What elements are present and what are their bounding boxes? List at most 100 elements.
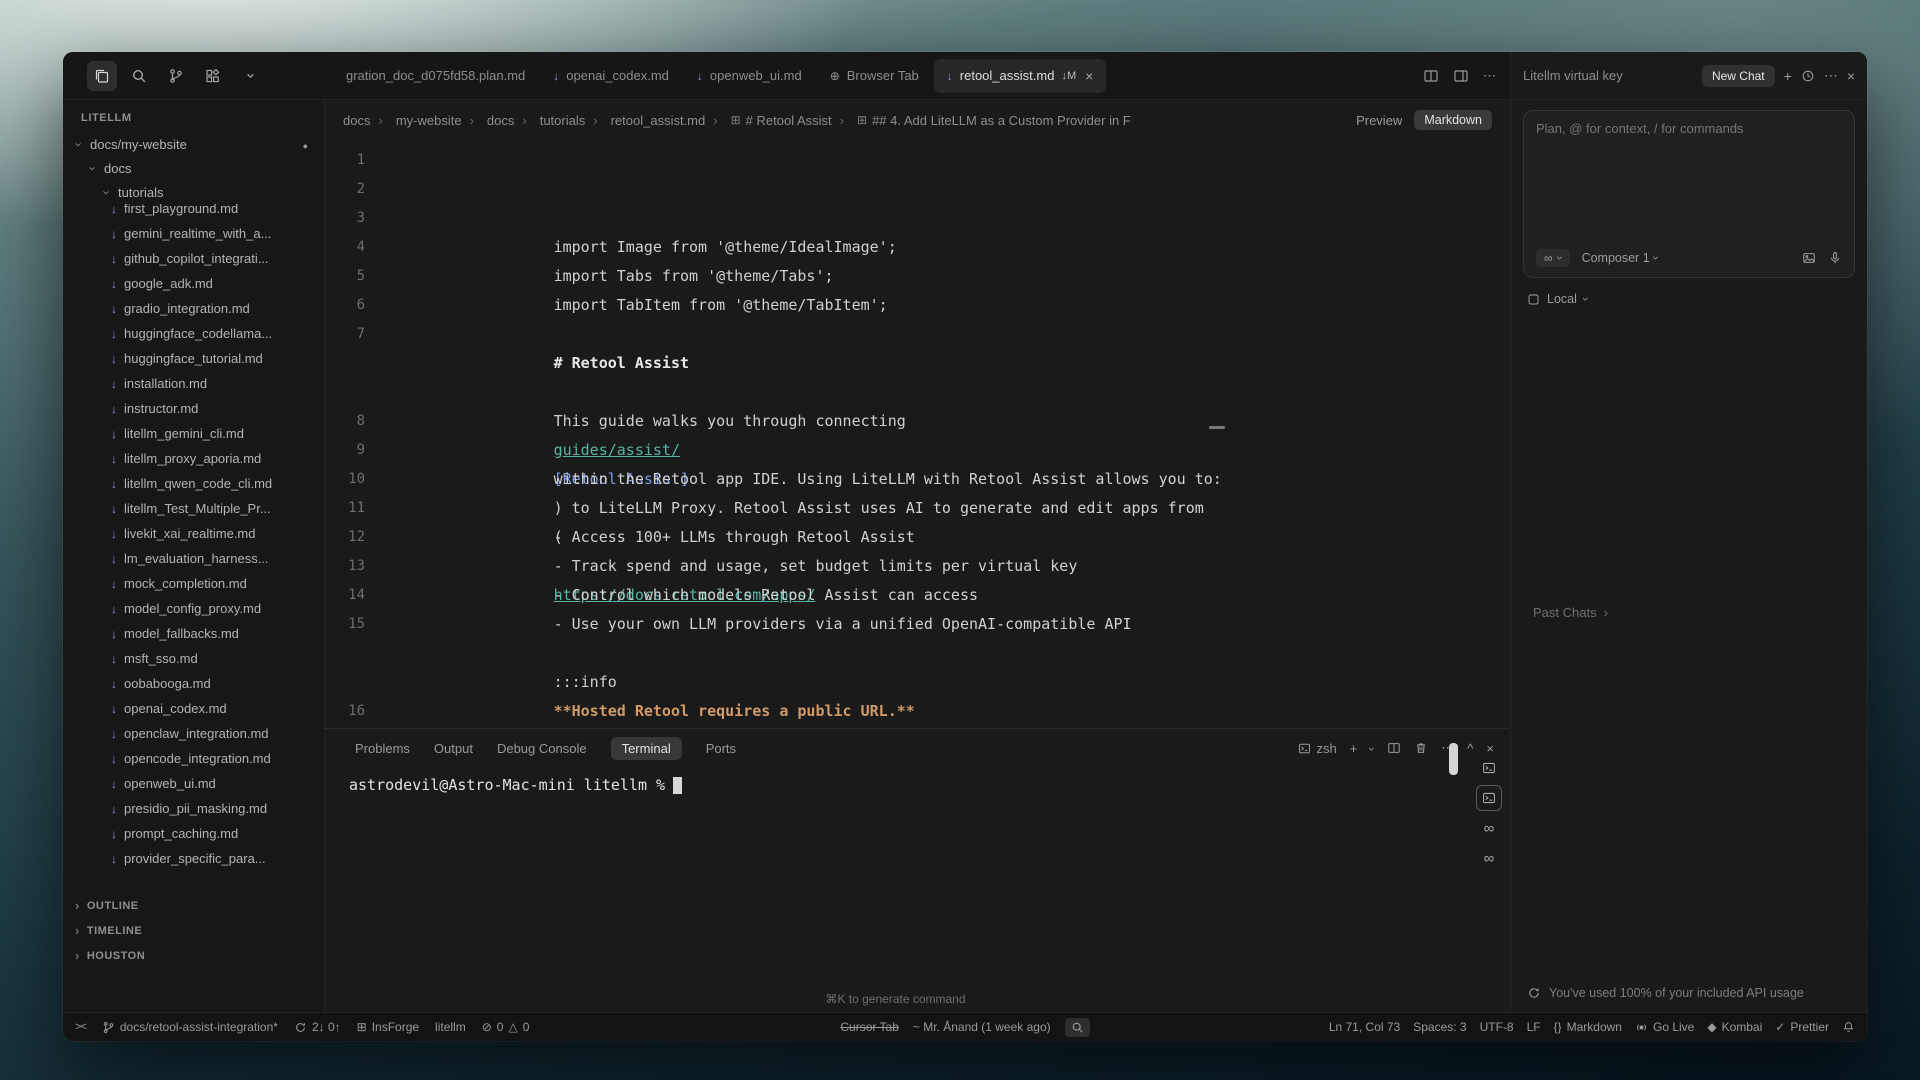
breadcrumb-item[interactable]: docs	[462, 113, 515, 128]
panel-tab[interactable]: Output	[434, 741, 473, 756]
insforge-status[interactable]: ⊞ InsForge	[357, 1020, 419, 1034]
sidebar-section[interactable]: OUTLINE	[63, 893, 324, 918]
tree-folder[interactable]: tutorials	[63, 180, 324, 204]
voice-input-icon[interactable]	[1828, 251, 1842, 265]
editor-tab[interactable]: retool_assist.md ↓M ×	[934, 59, 1107, 93]
panel-tab[interactable]: Problems	[355, 741, 410, 756]
model-selector[interactable]: ∞	[1536, 249, 1570, 267]
attach-image-icon[interactable]	[1802, 251, 1816, 265]
file-item[interactable]: openweb_ui.md	[63, 771, 324, 796]
maximize-panel-icon[interactable]: ^	[1467, 741, 1473, 756]
indentation[interactable]: Spaces: 3	[1413, 1020, 1466, 1034]
editor-tab[interactable]: openai_codex.md	[540, 59, 682, 93]
source-control-button[interactable]	[161, 61, 191, 91]
add-chat-icon[interactable]: +	[1784, 68, 1792, 84]
editor-tab[interactable]: openweb_ui.md	[684, 59, 815, 93]
file-item[interactable]: installation.md	[63, 371, 324, 396]
file-item[interactable]: litellm_Test_Multiple_Pr...	[63, 496, 324, 521]
search-button[interactable]	[124, 61, 154, 91]
terminal-scrollbar[interactable]	[1449, 743, 1458, 775]
breadcrumb-item[interactable]: retool_assist.md	[585, 113, 705, 128]
file-item[interactable]: litellm_proxy_aporia.md	[63, 446, 324, 471]
composer-selector[interactable]: Composer 1	[1582, 251, 1658, 265]
tree-folder[interactable]: docs/my-website	[63, 132, 324, 156]
local-selector[interactable]: Local	[1523, 292, 1855, 306]
chat-input[interactable]	[1536, 121, 1842, 249]
kombai[interactable]: ◆ Kombai	[1707, 1020, 1762, 1034]
file-item[interactable]: openai_codex.md	[63, 696, 324, 721]
tree-folder[interactable]: docs	[63, 156, 324, 180]
history-icon[interactable]	[1801, 69, 1815, 83]
more-actions-icon[interactable]: ⋯	[1483, 68, 1496, 84]
file-item[interactable]: google_adk.md	[63, 271, 324, 296]
file-item[interactable]: openclaw_integration.md	[63, 721, 324, 746]
prettier[interactable]: ✓ Prettier	[1775, 1020, 1829, 1034]
cursor-position[interactable]: Ln 71, Col 73	[1329, 1020, 1400, 1034]
sidebar-section[interactable]: HOUSTON	[63, 943, 324, 968]
close-panel-icon[interactable]: ×	[1847, 68, 1855, 84]
file-item[interactable]: livekit_xai_realtime.md	[63, 521, 324, 546]
preview-button[interactable]: Preview	[1356, 113, 1402, 128]
markdown-mode-button[interactable]: Markdown	[1414, 110, 1492, 130]
file-item[interactable]: prompt_caching.md	[63, 821, 324, 846]
code-editor[interactable]: 1 import Image from '@theme/IdealImage';…	[325, 140, 1510, 728]
breadcrumb-item[interactable]: ## 4. Add LiteLLM as a Custom Provider i…	[832, 113, 1131, 128]
remote-indicator[interactable]: ><	[75, 1021, 86, 1033]
file-item[interactable]: model_fallbacks.md	[63, 621, 324, 646]
split-terminal-icon[interactable]	[1387, 741, 1401, 755]
workspace-title[interactable]: LITELLM	[63, 106, 324, 132]
file-item[interactable]: opencode_integration.md	[63, 746, 324, 771]
shell-indicator[interactable]: zsh	[1298, 741, 1336, 756]
kill-terminal-icon[interactable]	[1414, 741, 1428, 755]
file-item[interactable]: first_playground.md	[63, 204, 324, 221]
panel-tab[interactable]: Ports	[706, 741, 736, 756]
terminal-instance-icon[interactable]	[1476, 755, 1502, 781]
file-item[interactable]: model_config_proxy.md	[63, 596, 324, 621]
file-item[interactable]: mock_completion.md	[63, 571, 324, 596]
git-blame[interactable]: ~ Mr. Ånand (1 week ago)	[913, 1020, 1051, 1034]
close-tab-icon[interactable]: ×	[1085, 68, 1093, 84]
panel-tab[interactable]: Terminal	[611, 737, 682, 760]
file-item[interactable]: github_copilot_integrati...	[63, 246, 324, 271]
search-icon[interactable]	[1065, 1018, 1090, 1037]
file-item[interactable]: instructor.md	[63, 396, 324, 421]
extensions-button[interactable]	[198, 61, 228, 91]
split-editor-icon[interactable]	[1423, 68, 1439, 84]
close-panel-icon[interactable]: ×	[1486, 741, 1494, 756]
file-item[interactable]: litellm_gemini_cli.md	[63, 421, 324, 446]
chevron-down-icon[interactable]	[1370, 741, 1374, 756]
editor-tab[interactable]: gration_doc_d075fd58.plan.md	[326, 59, 538, 93]
git-branch[interactable]: docs/retool-assist-integration*	[102, 1020, 278, 1034]
file-item[interactable]: msft_sso.md	[63, 646, 324, 671]
notifications-bell-icon[interactable]	[1842, 1021, 1855, 1034]
file-item[interactable]: huggingface_tutorial.md	[63, 346, 324, 371]
chevron-down-icon[interactable]	[235, 61, 265, 91]
agent-terminal-icon[interactable]: ∞	[1476, 815, 1502, 841]
file-item[interactable]: oobabooga.md	[63, 671, 324, 696]
file-item[interactable]: lm_evaluation_harness...	[63, 546, 324, 571]
file-item[interactable]: gradio_integration.md	[63, 296, 324, 321]
file-item[interactable]: litellm_qwen_code_cli.md	[63, 471, 324, 496]
more-options-icon[interactable]: ⋯	[1824, 67, 1838, 84]
explorer-button[interactable]	[87, 61, 117, 91]
editor-tab[interactable]: Browser Tab	[817, 59, 932, 93]
git-sync[interactable]: 2↓ 0↑	[294, 1020, 341, 1034]
cursor-tab-toggle[interactable]: Cursor Tab	[840, 1020, 898, 1034]
language-mode[interactable]: {} Markdown	[1554, 1020, 1622, 1034]
breadcrumb-item[interactable]: docs	[343, 113, 370, 128]
panel-tab[interactable]: Debug Console	[497, 741, 587, 756]
terminal-instance-icon[interactable]	[1476, 785, 1502, 811]
problems-indicator[interactable]: ⊘ 0 △ 0	[482, 1020, 530, 1034]
workspace-name[interactable]: litellm	[435, 1020, 466, 1034]
file-item[interactable]: provider_specific_para...	[63, 846, 324, 871]
go-live[interactable]: Go Live	[1635, 1020, 1694, 1034]
file-item[interactable]: huggingface_codellama...	[63, 321, 324, 346]
agent-terminal-icon[interactable]: ∞	[1476, 845, 1502, 871]
breadcrumb-item[interactable]: tutorials	[514, 113, 585, 128]
past-chats-link[interactable]: Past Chats	[1533, 605, 1608, 620]
terminal-output[interactable]: astrodevil@Astro-Mac-mini litellm %	[325, 767, 1510, 794]
file-item[interactable]: presidio_pii_masking.md	[63, 796, 324, 821]
file-item[interactable]: gemini_realtime_with_a...	[63, 221, 324, 246]
layout-panel-icon[interactable]	[1453, 68, 1469, 84]
encoding[interactable]: UTF-8	[1480, 1020, 1514, 1034]
